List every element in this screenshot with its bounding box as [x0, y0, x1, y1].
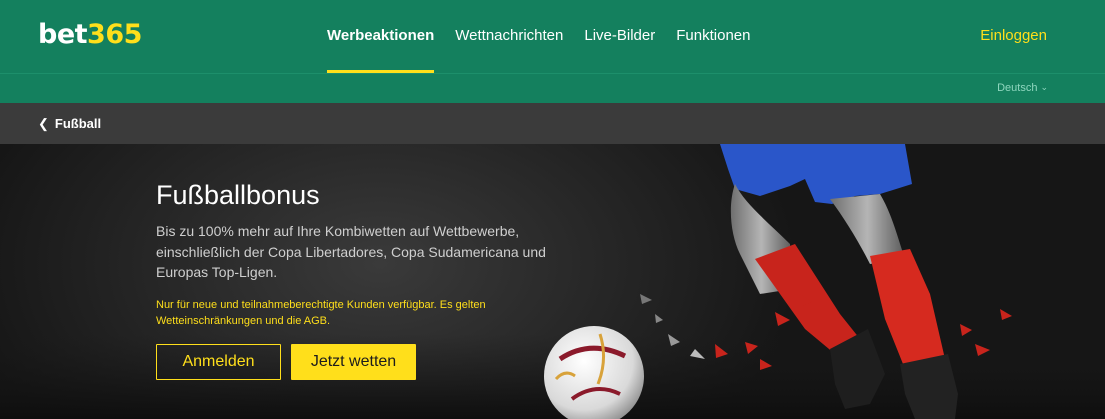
- nav-item-live-bilder[interactable]: Live-Bilder: [584, 0, 655, 73]
- login-link[interactable]: Einloggen: [980, 0, 1047, 72]
- bet365-logo[interactable]: bet365: [38, 19, 142, 51]
- logo-text-365: 365: [87, 19, 142, 50]
- promo-title: Fußballbonus: [156, 180, 320, 210]
- chevron-left-icon: ❮: [38, 116, 49, 131]
- language-label: Deutsch: [997, 82, 1038, 94]
- language-selector[interactable]: Deutsch ⌄: [997, 74, 1048, 102]
- bet-now-button[interactable]: Jetzt wetten: [291, 344, 416, 380]
- nav-item-wettnachrichten[interactable]: Wettnachrichten: [455, 0, 563, 73]
- breadcrumb-label: Fußball: [54, 116, 102, 131]
- nav-item-werbeaktionen[interactable]: Werbeaktionen: [327, 0, 435, 73]
- nav-item-funktionen[interactable]: Funktionen: [676, 0, 750, 73]
- promo-description: Bis zu 100% mehr auf Ihre Kombiwetten au…: [156, 223, 546, 280]
- shorts: [720, 144, 912, 204]
- main-nav: Werbeaktionen Wettnachrichten Live-Bilde…: [327, 0, 771, 73]
- breadcrumb: ❮ Fußball: [0, 103, 1105, 144]
- promo-hero: Fußballbonus Bis zu 100% mehr auf Ihre K…: [0, 144, 1105, 419]
- back-link[interactable]: ❮ Fußball: [38, 103, 101, 144]
- logo-text-bet: bet: [38, 19, 88, 50]
- promo-disclaimer: Nur für neue und teilnahmeberechtigte Ku…: [156, 299, 486, 327]
- chevron-down-icon: ⌄: [1040, 82, 1048, 92]
- language-bar: Deutsch ⌄: [0, 73, 1105, 103]
- site-header: bet365 Werbeaktionen Wettnachrichten Liv…: [0, 0, 1105, 73]
- join-button[interactable]: Anmelden: [156, 344, 281, 380]
